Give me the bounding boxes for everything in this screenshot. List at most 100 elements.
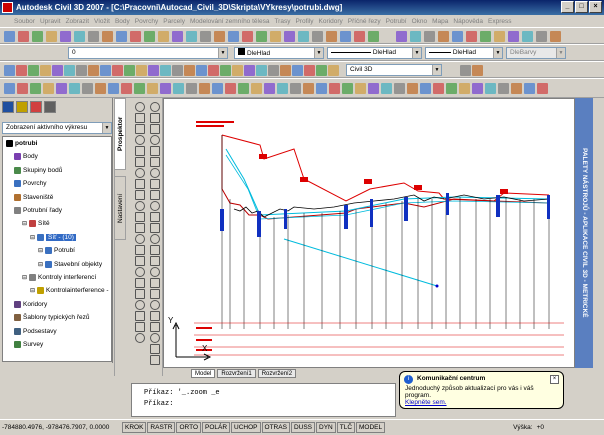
toolbar-icon[interactable]: [4, 65, 15, 76]
toolbar-icon[interactable]: [112, 65, 123, 76]
toolbar-icon[interactable]: [290, 83, 301, 94]
draw-tool-icon[interactable]: [135, 256, 145, 266]
toolbar-icon[interactable]: [147, 83, 158, 94]
status-toggle-button[interactable]: ORTO: [176, 422, 201, 433]
draw-tool-icon[interactable]: [150, 113, 160, 123]
toolbar-icon[interactable]: [95, 83, 106, 94]
draw-tool-icon[interactable]: [135, 190, 145, 200]
toolbar-icon[interactable]: [173, 83, 184, 94]
toolbar-icon[interactable]: [116, 31, 127, 42]
toolbar-icon[interactable]: [524, 83, 535, 94]
menu-item[interactable]: Express: [488, 18, 511, 25]
expand-icon[interactable]: ⊟: [22, 220, 27, 227]
tree-item[interactable]: Podsestavy: [14, 327, 57, 335]
draw-tool-icon[interactable]: [135, 267, 145, 277]
toolbar-icon[interactable]: [256, 65, 267, 76]
toolbar-icon[interactable]: [76, 65, 87, 76]
toolbar-icon[interactable]: [225, 83, 236, 94]
toolbar-icon[interactable]: [40, 65, 51, 76]
toolbar-icon[interactable]: [214, 31, 225, 42]
menu-item[interactable]: Profily: [295, 18, 313, 25]
expand-icon[interactable]: ⊟: [22, 274, 27, 281]
toolbar-icon[interactable]: [69, 83, 80, 94]
toolbar-icon[interactable]: [46, 31, 57, 42]
tree-item[interactable]: Survey: [14, 341, 43, 348]
toolbar-icon[interactable]: [494, 31, 505, 42]
toolbar-icon[interactable]: [172, 31, 183, 42]
toolbar-icon[interactable]: [424, 31, 435, 42]
toolbar-icon[interactable]: [256, 31, 267, 42]
status-toggle-button[interactable]: DYN: [316, 422, 336, 433]
tree-item[interactable]: ⊟ Kontroly interferencí: [22, 274, 96, 281]
menu-item[interactable]: Mapa: [432, 18, 448, 25]
menu-item[interactable]: Upravit: [40, 18, 61, 25]
prospector-view-combo[interactable]: Zobrazení aktivního výkresu ▼: [2, 122, 112, 134]
tree-item[interactable]: Body: [14, 153, 38, 161]
draw-tool-icon[interactable]: [150, 333, 160, 343]
draw-tool-icon[interactable]: [135, 278, 145, 288]
linetype-combo[interactable]: DleHlad ▼: [327, 47, 422, 59]
toolbar-icon[interactable]: [268, 65, 279, 76]
balloon-close-button[interactable]: ×: [550, 375, 559, 384]
toolbar-icon[interactable]: [284, 31, 295, 42]
draw-tool-icon[interactable]: [150, 157, 160, 167]
tree-item[interactable]: Koridory: [14, 300, 47, 308]
toolbar-icon[interactable]: [511, 83, 522, 94]
draw-tool-icon[interactable]: [150, 102, 160, 112]
toolbar-icon[interactable]: [251, 83, 262, 94]
toolbar-icon[interactable]: [82, 83, 93, 94]
menu-item[interactable]: Modelování zemního tělesa: [190, 18, 270, 25]
toolbar-icon[interactable]: [32, 31, 43, 42]
status-toggle-button[interactable]: MODEL: [356, 422, 386, 433]
color-combo[interactable]: DleHlad ▼: [234, 47, 324, 59]
toolbar-icon[interactable]: [498, 83, 509, 94]
toolbar-icon[interactable]: [52, 65, 63, 76]
toolbar-icon[interactable]: [17, 83, 28, 94]
draw-tool-icon[interactable]: [150, 267, 160, 277]
command-line[interactable]: Příkaz: '_.zoom _e Příkaz:: [131, 383, 396, 417]
draw-tool-icon[interactable]: [135, 333, 145, 343]
toolbar-icon[interactable]: [536, 31, 547, 42]
toolbar-icon[interactable]: [28, 65, 39, 76]
draw-tool-icon[interactable]: [150, 124, 160, 134]
draw-tool-icon[interactable]: [135, 223, 145, 233]
right-scrollbar[interactable]: [593, 98, 604, 368]
menu-item[interactable]: Trasy: [274, 18, 290, 25]
toolbar-icon[interactable]: [355, 83, 366, 94]
toolbar-icon[interactable]: [56, 83, 67, 94]
draw-tool-icon[interactable]: [150, 300, 160, 310]
toolbar-icon[interactable]: [43, 83, 54, 94]
draw-tool-icon[interactable]: [150, 355, 160, 365]
toolbar-icon[interactable]: [220, 65, 231, 76]
toolbar-icon[interactable]: [238, 83, 249, 94]
toolbar-icon[interactable]: [466, 31, 477, 42]
toolbar-icon[interactable]: [316, 83, 327, 94]
draw-tool-icon[interactable]: [150, 256, 160, 266]
toolbar-icon[interactable]: [148, 65, 159, 76]
toolbar-icon[interactable]: [329, 83, 340, 94]
toolbar-icon[interactable]: [270, 31, 281, 42]
draw-tool-icon[interactable]: [150, 234, 160, 244]
tree-item[interactable]: Šablony typických řezů: [14, 314, 89, 322]
toolbar-icon[interactable]: [74, 31, 85, 42]
menu-item[interactable]: Koridory: [319, 18, 343, 25]
toolbar-icon[interactable]: [242, 31, 253, 42]
draw-tool-icon[interactable]: [135, 102, 145, 112]
draw-tool-icon[interactable]: [135, 168, 145, 178]
drawing-canvas[interactable]: Y X: [163, 98, 575, 368]
lineweight-combo[interactable]: DleHlad ▼: [425, 47, 503, 59]
toolbar-icon[interactable]: [508, 31, 519, 42]
toolbar-icon[interactable]: [4, 31, 15, 42]
draw-tool-icon[interactable]: [150, 245, 160, 255]
toolbar-icon[interactable]: [316, 65, 327, 76]
toolbar-icon[interactable]: [460, 65, 471, 76]
menu-item[interactable]: Okno: [412, 18, 428, 25]
toolbar-icon[interactable]: [472, 65, 483, 76]
toolbar-icon[interactable]: [108, 83, 119, 94]
draw-tool-icon[interactable]: [150, 223, 160, 233]
toolbar-icon[interactable]: [232, 65, 243, 76]
toolbar-icon[interactable]: [208, 65, 219, 76]
toolbar-icon[interactable]: [64, 65, 75, 76]
toolbar-icon[interactable]: [326, 31, 337, 42]
status-toggle-button[interactable]: TLČ: [336, 422, 356, 433]
